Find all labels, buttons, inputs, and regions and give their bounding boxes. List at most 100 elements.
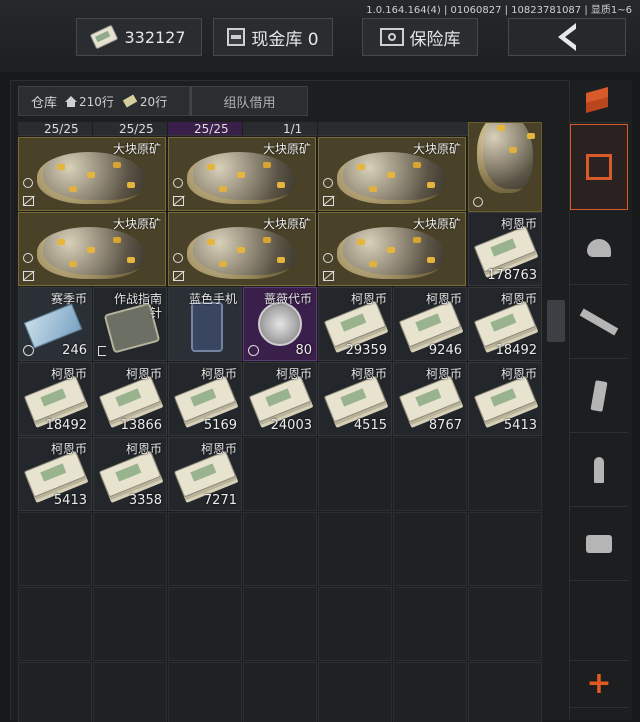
ore-item[interactable]: 大块原矿 [18, 137, 166, 211]
item-stub[interactable]: 25/25 [168, 122, 242, 136]
item-qty: 80 [295, 343, 312, 358]
item-name: 柯恩币 [125, 442, 162, 456]
item-qty: 18492 [45, 418, 87, 433]
ammo-icon [594, 457, 604, 483]
item-name: 柯恩币 [50, 367, 87, 381]
sidebar-add[interactable]: + [570, 660, 628, 708]
item-name: 柯恩币 [500, 292, 537, 306]
blue-phone-item[interactable]: 蓝色手机 [168, 287, 242, 361]
empty-slot[interactable] [393, 662, 467, 722]
empty-slot[interactable] [318, 662, 392, 722]
sidebar-magazine[interactable] [570, 360, 628, 433]
season-coin-item[interactable]: 赛季币 246 [18, 287, 92, 361]
empty-slot[interactable] [468, 512, 542, 586]
tab-warehouse-label: 仓库 [31, 95, 58, 111]
ore-item[interactable]: 大块原矿 [168, 212, 316, 286]
clock-icon [323, 178, 333, 188]
item-name: 柯恩币 [200, 367, 237, 381]
item-stub[interactable] [318, 122, 468, 136]
kn-coin-item[interactable]: 柯恩币 9246 [393, 287, 467, 361]
item-stub[interactable]: 1/1 [243, 122, 317, 136]
ore-item[interactable]: 大块原矿 [318, 212, 466, 286]
empty-slot[interactable] [168, 587, 242, 661]
clock-icon [323, 253, 333, 263]
kn-coin-item[interactable]: 柯恩币 5413 [18, 437, 92, 511]
item-name: 大块原矿 [262, 217, 311, 231]
layers-icon [584, 86, 614, 116]
safe-button[interactable]: 保险库 [362, 18, 478, 56]
empty-slot[interactable] [318, 437, 392, 511]
cash-amount: 332127 [124, 27, 186, 47]
empty-slot[interactable] [168, 662, 242, 722]
empty-slot[interactable] [393, 512, 467, 586]
ore-partial[interactable] [468, 122, 542, 212]
empty-slot[interactable] [318, 512, 392, 586]
ore-item[interactable]: 大块原矿 [168, 137, 316, 211]
empty-slot[interactable] [93, 662, 167, 722]
no-bag-icon [323, 271, 334, 281]
rose-token-item[interactable]: 蔷薇代币 80 [243, 287, 317, 361]
money-rows: 20行 [139, 94, 168, 109]
house-icon [65, 95, 78, 107]
no-bag-icon [173, 196, 184, 206]
ore-item[interactable]: 大块原矿 [18, 212, 166, 286]
sidebar-scope[interactable] [570, 508, 628, 581]
empty-slot[interactable] [243, 587, 317, 661]
kn-coin-item[interactable]: 柯恩币 24003 [243, 362, 317, 436]
empty-slot[interactable] [93, 512, 167, 586]
sidebar-ammo[interactable] [570, 434, 628, 507]
item-name: 柯恩币 [275, 367, 312, 381]
sidebar-helmet[interactable] [570, 212, 628, 285]
safe-icon [379, 28, 404, 46]
item-stub[interactable]: 25/25 [18, 122, 92, 136]
empty-slot[interactable] [468, 437, 542, 511]
cash-vault-button[interactable]: 现金库 0 [213, 18, 333, 56]
kn-coin-item[interactable]: 柯恩币 8767 [393, 362, 467, 436]
kn-coin-item[interactable]: 柯恩币 178763 [468, 212, 542, 286]
ore-item[interactable]: 大块原矿 [318, 137, 466, 211]
tab-team-borrow[interactable]: 组队借用 [190, 86, 308, 116]
empty-slot[interactable] [168, 512, 242, 586]
empty-slot[interactable] [18, 512, 92, 586]
empty-slot[interactable] [393, 587, 467, 661]
empty-slot[interactable] [18, 662, 92, 722]
sidebar-storage[interactable] [570, 124, 628, 210]
empty-slot[interactable] [468, 587, 542, 661]
kn-coin-item[interactable]: 柯恩币 5169 [168, 362, 242, 436]
empty-slot[interactable] [393, 437, 467, 511]
item-qty: 8767 [428, 418, 462, 433]
kn-coin-item[interactable]: 柯恩币 13866 [93, 362, 167, 436]
scrollbar-thumb[interactable] [547, 300, 565, 342]
kn-coin-item[interactable]: 柯恩币 29359 [318, 287, 392, 361]
kn-coin-item[interactable]: 柯恩币 5413 [468, 362, 542, 436]
empty-slot[interactable] [468, 662, 542, 722]
chevron-left-icon [558, 23, 577, 51]
helmet-icon [587, 239, 611, 257]
empty-slot[interactable] [318, 587, 392, 661]
empty-slot[interactable] [243, 662, 317, 722]
sidebar-rifle[interactable] [570, 286, 628, 359]
kn-coin-item[interactable]: 柯恩币 4515 [318, 362, 392, 436]
cash-vault-icon [227, 28, 246, 46]
sidebar-all-items[interactable] [570, 80, 628, 123]
ore-image [37, 152, 145, 204]
item-stub[interactable]: 25/25 [93, 122, 167, 136]
item-name: 柯恩币 [500, 367, 537, 381]
item-name: 柯恩币 [350, 292, 387, 306]
clock-icon [23, 178, 33, 188]
empty-slot[interactable] [243, 512, 317, 586]
kn-coin-item[interactable]: 柯恩币 18492 [468, 287, 542, 361]
compass-item[interactable]: 作战指南针 [93, 287, 167, 361]
tab-warehouse[interactable]: 仓库 210行 20行 [18, 86, 190, 116]
item-name-2: 针 [149, 306, 162, 320]
empty-slot[interactable] [93, 587, 167, 661]
empty-slot[interactable] [18, 587, 92, 661]
kn-coin-item[interactable]: 柯恩币 3358 [93, 437, 167, 511]
empty-slot[interactable] [243, 437, 317, 511]
item-name: 蓝色手机 [188, 292, 237, 306]
kn-coin-item[interactable]: 柯恩币 18492 [18, 362, 92, 436]
kn-coin-item[interactable]: 柯恩币 7271 [168, 437, 242, 511]
item-qty: 5413 [503, 418, 537, 433]
item-name: 大块原矿 [412, 217, 461, 231]
back-button[interactable] [508, 18, 626, 56]
